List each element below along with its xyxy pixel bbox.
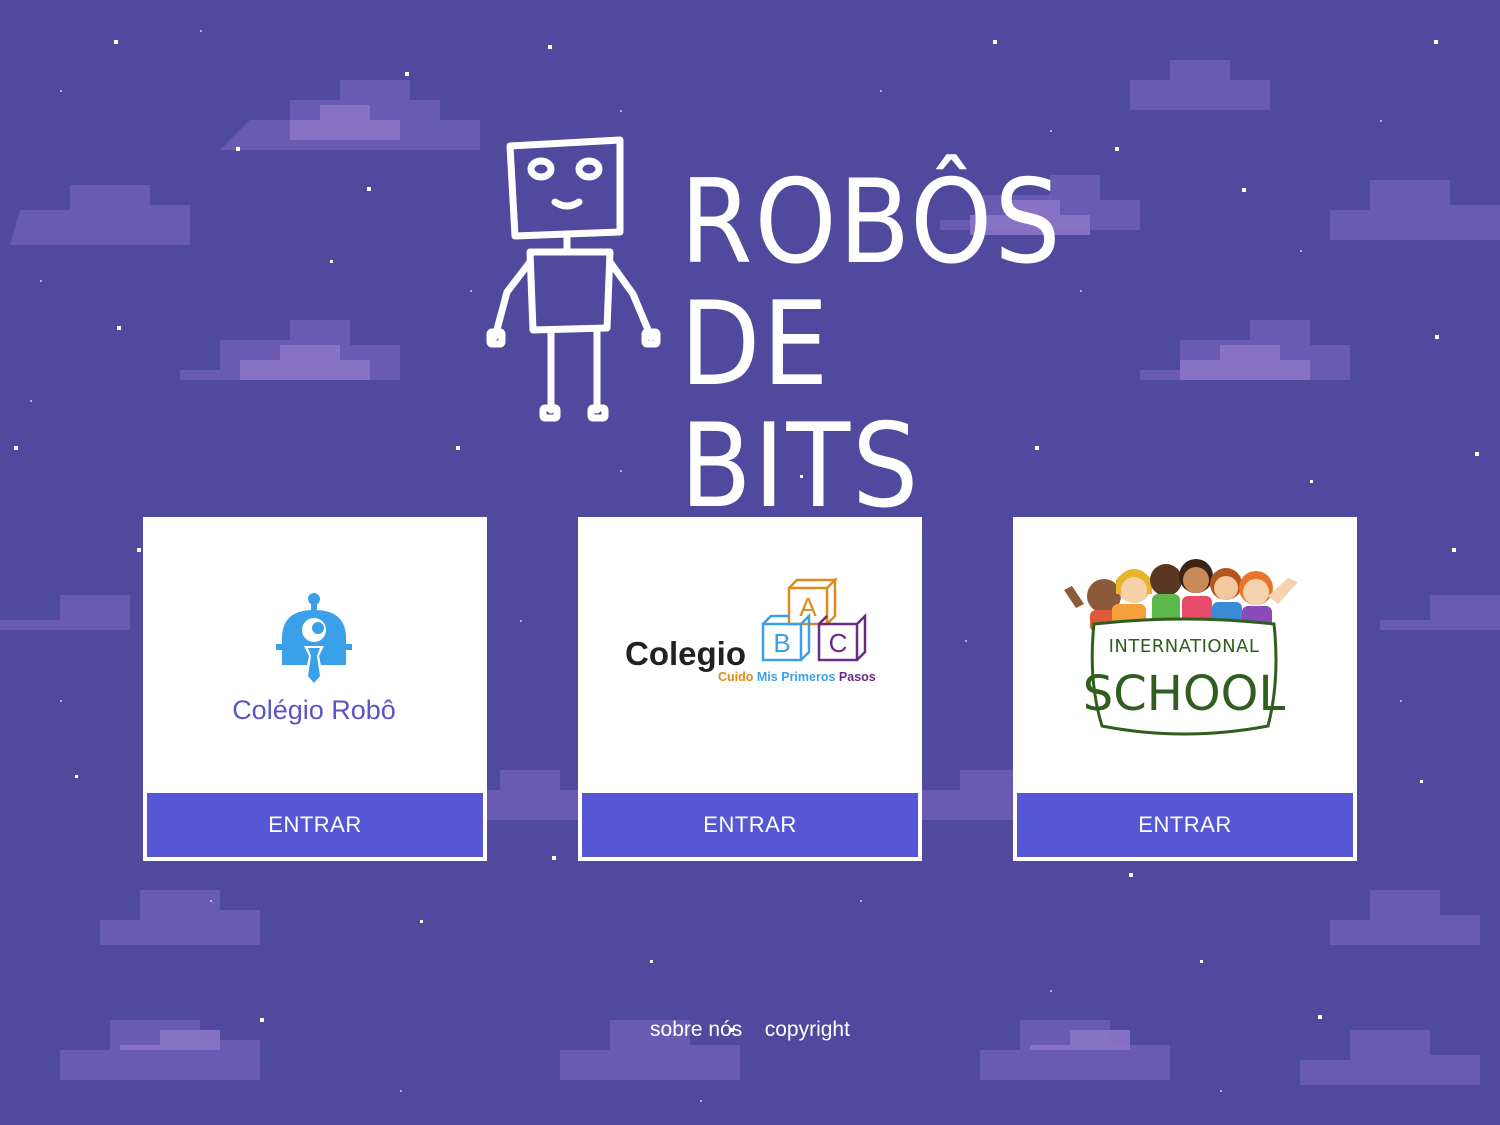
colegio-abc-name: Colegio (625, 635, 746, 672)
abc-blocks-icon: A B C (761, 576, 867, 662)
enter-button-international-school[interactable]: ENTRAR (1017, 793, 1353, 857)
school-card-colegio-robo: Colégio Robô ENTRAR (143, 517, 487, 861)
international-school-logo: INTERNATIONAL SCHOOL (1064, 559, 1298, 736)
copyright-link[interactable]: copyright (765, 1018, 850, 1041)
brand-title-line1: ROBÔS (680, 155, 1063, 290)
colegio-robo-name: Colégio Robô (232, 695, 396, 725)
brand-logo: ROBÔS DE BITS (485, 132, 1061, 528)
svg-text:B: B (773, 628, 790, 658)
robot-doodle-icon (486, 136, 661, 422)
robot-head-icon (276, 593, 352, 690)
brand-title-line2: DE BITS (680, 277, 921, 534)
colegio-abc-logo: A B C Colegio Cuido Mis Primeros Pasos (625, 576, 876, 684)
enter-button-colegio-abc[interactable]: ENTRAR (582, 793, 918, 857)
international-school-line2: SCHOOL (1083, 666, 1286, 722)
enter-button-colegio-robo[interactable]: ENTRAR (147, 793, 483, 857)
colegio-abc-tagline: Cuido Mis Primeros Pasos (718, 670, 876, 684)
school-card-colegio-abc: A B C Colegio Cuido Mis Primeros Pasos E… (578, 517, 922, 861)
svg-text:C: C (829, 628, 848, 658)
colegio-robo-logo: Colégio Robô (232, 593, 396, 725)
international-school-line1: INTERNATIONAL (1109, 636, 1260, 657)
footer: sobre nós copyright (0, 1018, 1500, 1042)
school-card-international-school: INTERNATIONAL SCHOOL ENTRAR (1013, 517, 1357, 861)
brand-title: ROBÔS DE BITS (680, 155, 1063, 534)
about-link[interactable]: sobre nós (650, 1018, 742, 1041)
